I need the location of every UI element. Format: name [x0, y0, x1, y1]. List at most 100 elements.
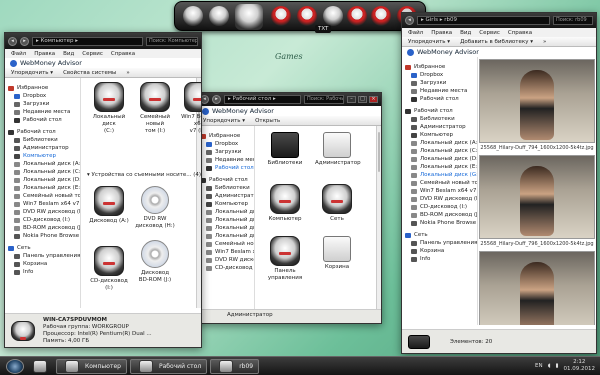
menu-item[interactable]: Справка: [111, 51, 135, 57]
sidebar-item[interactable]: Библиотеки: [5, 136, 80, 144]
game-icon-8[interactable]: [371, 6, 391, 26]
quicklaunch-icon[interactable]: [33, 359, 47, 373]
clock[interactable]: 2:12 01.09.2012: [564, 359, 596, 373]
menu-item[interactable]: Файл: [11, 51, 26, 57]
sidebar-item[interactable]: Администратор: [402, 123, 477, 131]
game-icon-7[interactable]: [347, 6, 367, 26]
organize-button[interactable]: Упорядочить ▾: [408, 39, 450, 45]
game-icon-2[interactable]: [209, 6, 229, 26]
sidebar-item[interactable]: Локальный диск (C:): [5, 168, 80, 176]
sidebar-item[interactable]: Win7 Beslam x64 v7: [402, 187, 477, 195]
sidebar-item[interactable]: Недавние места: [5, 108, 80, 116]
system-properties-button[interactable]: Свойства системы: [63, 70, 116, 76]
address-bar[interactable]: ▸ Компьютер ▸: [32, 36, 143, 46]
sidebar-item[interactable]: Компьютер: [197, 200, 254, 208]
close-icon[interactable]: ×: [369, 96, 378, 103]
sidebar-item[interactable]: Семейный новый том: [402, 179, 477, 187]
sidebar-item[interactable]: Администратор: [5, 144, 80, 152]
sidebar-item[interactable]: Корзина: [402, 247, 477, 255]
menu-item[interactable]: Справка: [508, 30, 532, 36]
menu-item[interactable]: Сервис: [82, 51, 103, 57]
sidebar-item[interactable]: DVD RW дисковод (H:: [197, 256, 254, 264]
back-icon[interactable]: ◂: [405, 16, 414, 25]
address-bar[interactable]: ▸ Рабочий стол ▸: [224, 95, 301, 104]
thumbnail-item[interactable]: 25568_Hilary-Duff_796_1600x1200-5k4tz.jp…: [478, 155, 596, 247]
sidebar-item[interactable]: BD-ROM дисковод (J:: [5, 224, 80, 232]
sidebar-item[interactable]: BD-ROM дисковод (J:: [402, 211, 477, 219]
drive-item[interactable]: Локальный диск (C:): [87, 82, 131, 135]
sidebar-item[interactable]: Dropbox: [402, 71, 477, 79]
sidebar-item[interactable]: Info: [402, 255, 477, 263]
thumbnail-item[interactable]: 25568_Hilary-Duff_794_1600x1200-5k4tz.jp…: [478, 59, 596, 151]
sidebar-item[interactable]: Win7 Beslam x64 v7: [197, 248, 254, 256]
game-icon-3[interactable]: [235, 4, 263, 30]
webmoney-label[interactable]: WebMoney Advisor: [20, 59, 82, 67]
desktop-item[interactable]: Сеть: [315, 184, 359, 223]
organize-button[interactable]: Упорядочить ▾: [11, 70, 53, 76]
game-icon-4[interactable]: [271, 6, 291, 26]
sidebar-item[interactable]: Рабочий стол: [402, 95, 477, 103]
menu-item[interactable]: Правка: [431, 30, 452, 36]
webmoney-label[interactable]: WebMoney Advisor: [212, 107, 274, 115]
sidebar-item[interactable]: Dropbox: [197, 140, 254, 148]
menu-item[interactable]: Файл: [408, 30, 423, 36]
menu-item[interactable]: Вид: [63, 51, 74, 57]
sidebar-item[interactable]: Библиотеки: [402, 115, 477, 123]
forward-icon[interactable]: ▸: [20, 36, 29, 46]
game-icon-1[interactable]: [183, 6, 203, 26]
sidebar-item[interactable]: Win7 Beslam x64 v7 (: [5, 200, 80, 208]
sidebar-item[interactable]: Панель управления: [402, 239, 477, 247]
game-icon-6[interactable]: [323, 6, 343, 26]
webmoney-label[interactable]: WebMoney Advisor: [417, 48, 479, 56]
sidebar-item[interactable]: Компьютер: [402, 131, 477, 139]
sidebar-item[interactable]: Избранное: [402, 63, 477, 71]
sidebar-item[interactable]: Локальный диск (C:): [402, 147, 477, 155]
sidebar-item[interactable]: Загрузки: [402, 79, 477, 87]
language-indicator[interactable]: EN: [535, 363, 543, 369]
minimize-icon[interactable]: –: [347, 96, 356, 103]
desktop-item[interactable]: Администратор: [315, 132, 361, 167]
sidebar-item[interactable]: Локальный диск (E:): [402, 163, 477, 171]
network-icon[interactable]: ▮: [555, 363, 558, 369]
menu-item[interactable]: Вид: [460, 30, 471, 36]
desktop-item[interactable]: Корзина: [315, 236, 359, 271]
drive-item[interactable]: Win7 Beslam x64 v7 (H:): [177, 82, 201, 135]
sidebar-item[interactable]: Избранное: [5, 84, 80, 92]
sidebar-item[interactable]: Локальный диск (E:): [5, 184, 80, 192]
sidebar-item[interactable]: Рабочий стол: [5, 116, 80, 124]
sidebar-item[interactable]: Библиотеки: [197, 184, 254, 192]
taskbar-button[interactable]: rb09: [210, 358, 260, 374]
sidebar-item[interactable]: Локальный диск (A:): [5, 160, 80, 168]
search-input[interactable]: Поиск: Рабочий стол: [304, 95, 344, 104]
address-bar[interactable]: ▸ Girls ▸ rb09: [417, 16, 550, 25]
search-input[interactable]: Поиск: rb09: [553, 16, 593, 25]
drive-item[interactable]: DVD RW дисковод (H:): [133, 186, 177, 230]
sidebar-item[interactable]: Локальный диск (C:): [197, 216, 254, 224]
menu-item[interactable]: Сервис: [479, 30, 500, 36]
sidebar-item[interactable]: Рабочий стол: [402, 107, 477, 115]
forward-icon[interactable]: ▸: [212, 95, 221, 104]
sidebar-item[interactable]: Рабочий стол: [5, 128, 80, 136]
sidebar-item[interactable]: CD-дисковод (I:): [197, 264, 254, 272]
sidebar-item[interactable]: Загрузки: [5, 100, 80, 108]
sidebar-item[interactable]: Локальный диск (A:): [402, 139, 477, 147]
thumbnail-item[interactable]: [478, 251, 596, 325]
sidebar-item[interactable]: Info: [5, 268, 80, 276]
sidebar-item[interactable]: Избранное: [197, 132, 254, 140]
sidebar-item[interactable]: Недавние места: [402, 87, 477, 95]
joystick-icon[interactable]: [297, 6, 317, 26]
sidebar-item[interactable]: CD-дисковод (I:): [402, 203, 477, 211]
maximize-icon[interactable]: □: [358, 96, 367, 103]
sidebar-item[interactable]: Локальный диск (A:): [197, 208, 254, 216]
sidebar-item[interactable]: Локальный диск (D:): [402, 155, 477, 163]
sidebar-item[interactable]: Загрузки: [197, 148, 254, 156]
sidebar-item[interactable]: Сеть: [5, 244, 80, 252]
open-button[interactable]: Открыть: [255, 118, 280, 124]
sidebar-item[interactable]: Локальный диск (E:): [197, 232, 254, 240]
desktop-item[interactable]: Панель управления: [263, 236, 307, 282]
menu-item[interactable]: Правка: [34, 51, 55, 57]
drive-item[interactable]: Семейный новый том (I:): [133, 82, 177, 135]
sidebar-item[interactable]: Недавние места: [197, 156, 254, 164]
sidebar-item[interactable]: Локальный диск (D:): [5, 176, 80, 184]
sidebar-item[interactable]: Панель управления: [5, 252, 80, 260]
